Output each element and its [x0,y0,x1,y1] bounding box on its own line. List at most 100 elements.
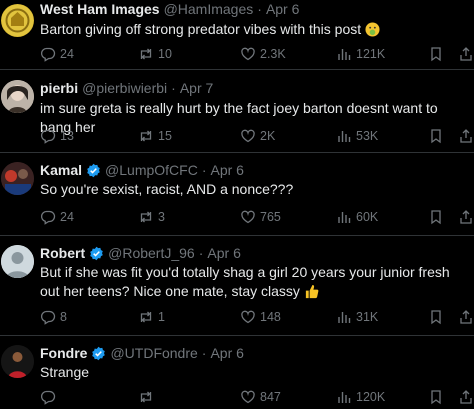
like-icon [241,310,255,324]
like-icon [241,47,255,61]
share-button[interactable] [458,208,474,226]
tweet-text: Barton giving off strong predator vibes … [40,20,466,42]
like-count: 148 [260,310,281,324]
timestamp[interactable]: Apr 6 [210,345,243,361]
reply-count: 24 [60,47,74,61]
share-button[interactable] [458,308,474,326]
share-icon [460,210,472,224]
like-icon [241,210,255,224]
handle[interactable]: @pierbiwierbi [82,80,167,96]
bookmark-icon [431,390,441,405]
repost-button[interactable]: 10 [138,45,172,63]
reply-icon [40,390,56,405]
like-button[interactable]: 765 [240,208,281,226]
repost-button[interactable] [138,388,158,406]
repost-icon [140,48,152,60]
views-button[interactable]: 53K [336,127,378,145]
timestamp[interactable]: Apr 6 [207,245,240,261]
separator: · [171,80,176,96]
reply-count: 13 [60,129,74,143]
share-icon [460,47,472,61]
timestamp[interactable]: Apr 6 [266,1,299,17]
avatar[interactable] [1,245,34,278]
tweet[interactable]: Kamal @LumpOfCFC · Apr 6 So you're sexis… [0,154,474,236]
reply-button[interactable]: 8 [40,308,67,326]
bookmark-button[interactable] [428,45,444,63]
timestamp[interactable]: Apr 6 [211,162,244,178]
tweet-text: So you're sexist, racist, AND a nonce??? [40,180,466,199]
avatar[interactable] [1,345,34,378]
bookmark-icon [431,47,441,62]
reply-button[interactable]: 13 [40,127,74,145]
display-name[interactable]: Fondre [40,345,87,361]
views-button[interactable]: 31K [336,308,378,326]
repost-button[interactable]: 3 [138,208,165,226]
handle[interactable]: @HamImages [164,1,254,17]
tweet-text-content: Strange [40,364,90,380]
like-button[interactable]: 2K [240,127,275,145]
thumbs-up-icon [304,284,319,304]
repost-icon [140,391,152,403]
tweet-text: But if she was fit you'd totally shag a … [40,263,466,304]
repost-icon [140,130,152,142]
verified-badge-icon [87,163,100,177]
like-count: 765 [260,210,281,224]
avatar[interactable] [1,162,34,195]
like-icon [241,390,255,404]
like-button[interactable]: 2.3K [240,45,286,63]
tweet[interactable]: Robert @RobertJ_96 · Apr 6 But if she wa… [0,237,474,336]
repost-icon [140,211,152,223]
views-button[interactable]: 60K [336,208,378,226]
tweet[interactable]: Fondre @UTDFondre · Apr 6 Strange 847 12… [0,337,474,409]
display-name[interactable]: Kamal [40,162,82,178]
views-icon [338,392,351,403]
tweet-actions: 8 1 148 31K [40,308,474,326]
separator: · [201,345,207,361]
bookmark-button[interactable] [428,388,444,406]
tweet-actions: 847 120K [40,388,474,406]
repost-count: 3 [158,210,165,224]
views-count: 120K [356,390,386,404]
repost-count: 1 [158,310,165,324]
tweet[interactable]: West Ham Images @HamImages · Apr 6 Barto… [0,0,474,70]
tweet-header: Robert @RobertJ_96 · Apr 6 [40,245,241,261]
display-name[interactable]: Robert [40,245,85,261]
like-icon [241,129,255,143]
like-button[interactable]: 148 [240,308,281,326]
reply-button[interactable]: 24 [40,45,74,63]
views-button[interactable]: 120K [336,388,385,406]
reply-button[interactable] [40,388,60,406]
repost-button[interactable]: 1 [138,308,165,326]
views-count: 60K [356,210,379,224]
handle[interactable]: @RobertJ_96 [108,245,195,261]
handle[interactable]: @LumpOfCFC [105,162,198,178]
display-name[interactable]: West Ham Images [40,1,160,17]
bookmark-button[interactable] [428,127,444,145]
bookmark-button[interactable] [428,208,444,226]
share-button[interactable] [458,127,474,145]
like-count: 2K [260,129,276,143]
reply-icon [40,47,56,62]
bookmark-button[interactable] [428,308,444,326]
reply-button[interactable]: 24 [40,208,74,226]
handle[interactable]: @UTDFondre [110,345,197,361]
avatar[interactable] [1,80,34,113]
bookmark-icon [431,310,441,325]
timestamp[interactable]: Apr 7 [180,80,213,96]
tweet[interactable]: pierbi @pierbiwierbi · Apr 7 im sure gre… [0,71,474,153]
views-button[interactable]: 121K [336,45,385,63]
repost-button[interactable]: 15 [138,127,172,145]
tweet-header: Kamal @LumpOfCFC · Apr 6 [40,162,244,178]
like-button[interactable]: 847 [240,388,281,406]
share-button[interactable] [458,388,474,406]
avatar[interactable] [1,4,34,37]
tweet-actions: 24 10 2.3K 121K [40,45,474,63]
display-name[interactable]: pierbi [40,80,78,96]
views-count: 31K [356,310,379,324]
bookmark-icon [431,210,441,225]
bookmark-icon [431,129,441,144]
share-button[interactable] [458,45,474,63]
share-icon [460,310,472,324]
reply-count: 8 [60,310,67,324]
views-icon [338,312,351,323]
